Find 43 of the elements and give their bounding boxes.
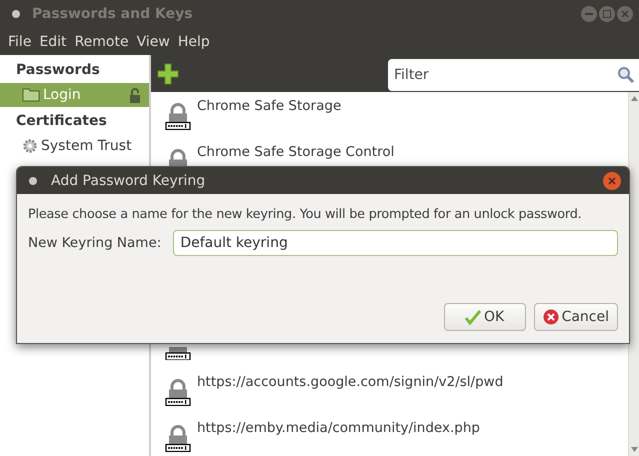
sidebar-heading: Certificates (15, 112, 108, 131)
cancel-button[interactable]: Cancel (534, 303, 618, 331)
close-button[interactable] (617, 6, 633, 22)
search-icon[interactable] (617, 66, 635, 84)
cancel-icon (542, 309, 559, 325)
close-button[interactable] (603, 172, 621, 190)
gear-icon (22, 138, 38, 154)
menu-item[interactable]: View (132, 34, 174, 50)
password-entry[interactable]: Chrome Safe Storage Control (197, 144, 394, 160)
add-icon[interactable] (157, 62, 179, 84)
dialog-title: Add Password Keyring (51, 172, 206, 188)
menu-item[interactable]: Edit (35, 34, 71, 50)
window-title: Passwords and Keys (32, 6, 194, 22)
scroll-up-icon[interactable] (630, 96, 638, 101)
dialog-message: Please choose a name for the new keyring. You will be prompted for an unlock password. (28, 207, 583, 222)
scroll-down-icon[interactable] (630, 447, 638, 452)
close-icon (608, 176, 616, 184)
window-menu-icon[interactable] (29, 176, 37, 184)
sidebar-item[interactable]: System Trust (0, 134, 149, 158)
minimize-button[interactable] (581, 6, 597, 22)
unlocked-icon[interactable] (129, 88, 141, 102)
password-entry[interactable]: https://emby.media/community/index.php (197, 420, 480, 436)
password-lock-icon (165, 379, 191, 406)
close-icon (621, 10, 629, 18)
password-entry[interactable]: https://accounts.google.com/signin/v2/sl/pwd (197, 374, 504, 390)
maximize-icon (603, 10, 611, 18)
maximize-button[interactable] (599, 6, 615, 22)
keyring-name-field[interactable]: Default keyring (173, 230, 618, 256)
menu-item[interactable]: Help (174, 34, 214, 50)
minimize-icon (585, 13, 593, 15)
menu-item[interactable]: Remote (70, 34, 133, 50)
sidebar-heading: Passwords (15, 61, 101, 80)
password-lock-icon (165, 425, 191, 452)
filter-field[interactable]: Filter (388, 58, 639, 90)
menu-item[interactable]: File (4, 34, 36, 50)
password-lock-icon (165, 103, 191, 130)
field-label: New Keyring Name: (28, 235, 162, 251)
window-menu-icon[interactable] (12, 10, 20, 18)
scrollbar[interactable] (628, 92, 639, 456)
ok-button[interactable]: OK (444, 303, 526, 331)
checkmark-icon (464, 309, 481, 325)
folder-icon (22, 88, 40, 102)
password-entry[interactable]: Chrome Safe Storage (197, 98, 342, 114)
